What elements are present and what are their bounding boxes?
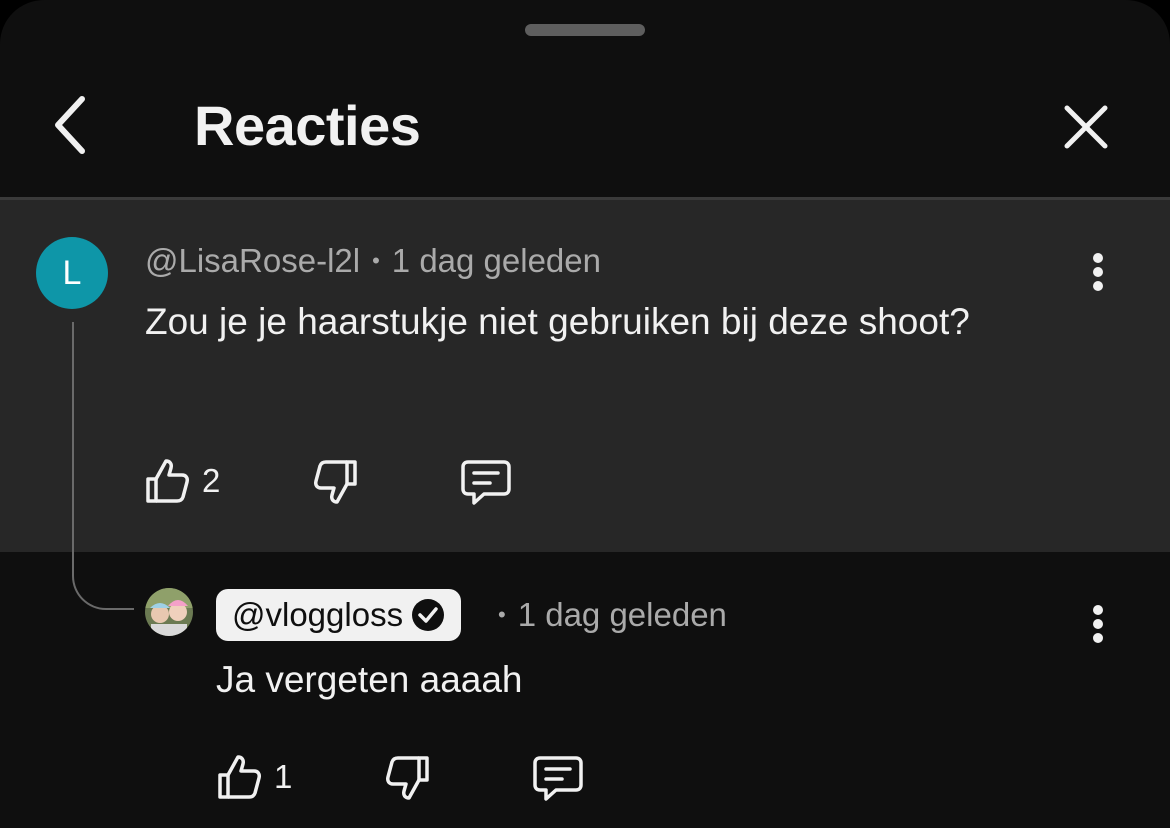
meta-separator: • (372, 248, 380, 273)
thumb-down-icon (314, 460, 357, 504)
comment-time: 1 dag geleden (391, 242, 601, 279)
close-icon (1064, 105, 1108, 149)
more-vert-icon (1093, 253, 1103, 291)
like-count: 2 (202, 462, 221, 499)
reply-icon (461, 460, 511, 505)
reply-author-chip[interactable]: @vloggloss (216, 589, 462, 641)
thumb-down-icon (386, 756, 429, 800)
meta-separator: • (498, 602, 506, 627)
reply-avatar[interactable] (145, 588, 193, 636)
dislike-button[interactable] (313, 457, 359, 507)
avatar[interactable]: L (36, 237, 108, 309)
comment-author[interactable]: @LisaRose-l2l (145, 242, 360, 280)
more-vert-icon (1093, 605, 1103, 643)
reply-reply-button[interactable] (532, 753, 584, 803)
reply-author: @vloggloss (232, 596, 404, 633)
back-button[interactable] (38, 88, 102, 162)
reply-button[interactable] (460, 457, 512, 507)
reply-dislike-button[interactable] (385, 753, 431, 803)
thumb-up-icon (146, 459, 189, 503)
reply-like-count: 1 (274, 758, 293, 795)
comment-menu-button[interactable] (1083, 242, 1113, 302)
thumb-up-icon (218, 755, 261, 799)
comment-text: Zou je je haarstukje niet gebruiken bij … (145, 301, 970, 342)
drag-handle[interactable] (525, 24, 645, 36)
page-title: Reacties (194, 94, 421, 157)
thread-line (72, 322, 134, 610)
comment-meta: @LisaRose-l2l • 1 dag geleden (145, 240, 601, 282)
close-button[interactable] (1050, 92, 1122, 162)
reply-icon (533, 756, 583, 801)
like-button[interactable]: 2 (144, 455, 220, 507)
reply-meta: • 1 dag geleden (498, 594, 727, 636)
reply-like-button[interactable]: 1 (216, 751, 292, 803)
sheet-header: Reacties (0, 60, 1170, 198)
avatar-photo-icon (145, 588, 193, 636)
comments-sheet: Reacties L @LisaRose-l2l • 1 dag geleden… (0, 0, 1170, 828)
chevron-left-icon (55, 96, 85, 154)
reply-menu-button[interactable] (1083, 594, 1113, 654)
verified-icon (411, 598, 445, 632)
reply-time: 1 dag geleden (517, 596, 727, 633)
reply-text: Ja vergeten aaaah (216, 659, 523, 700)
